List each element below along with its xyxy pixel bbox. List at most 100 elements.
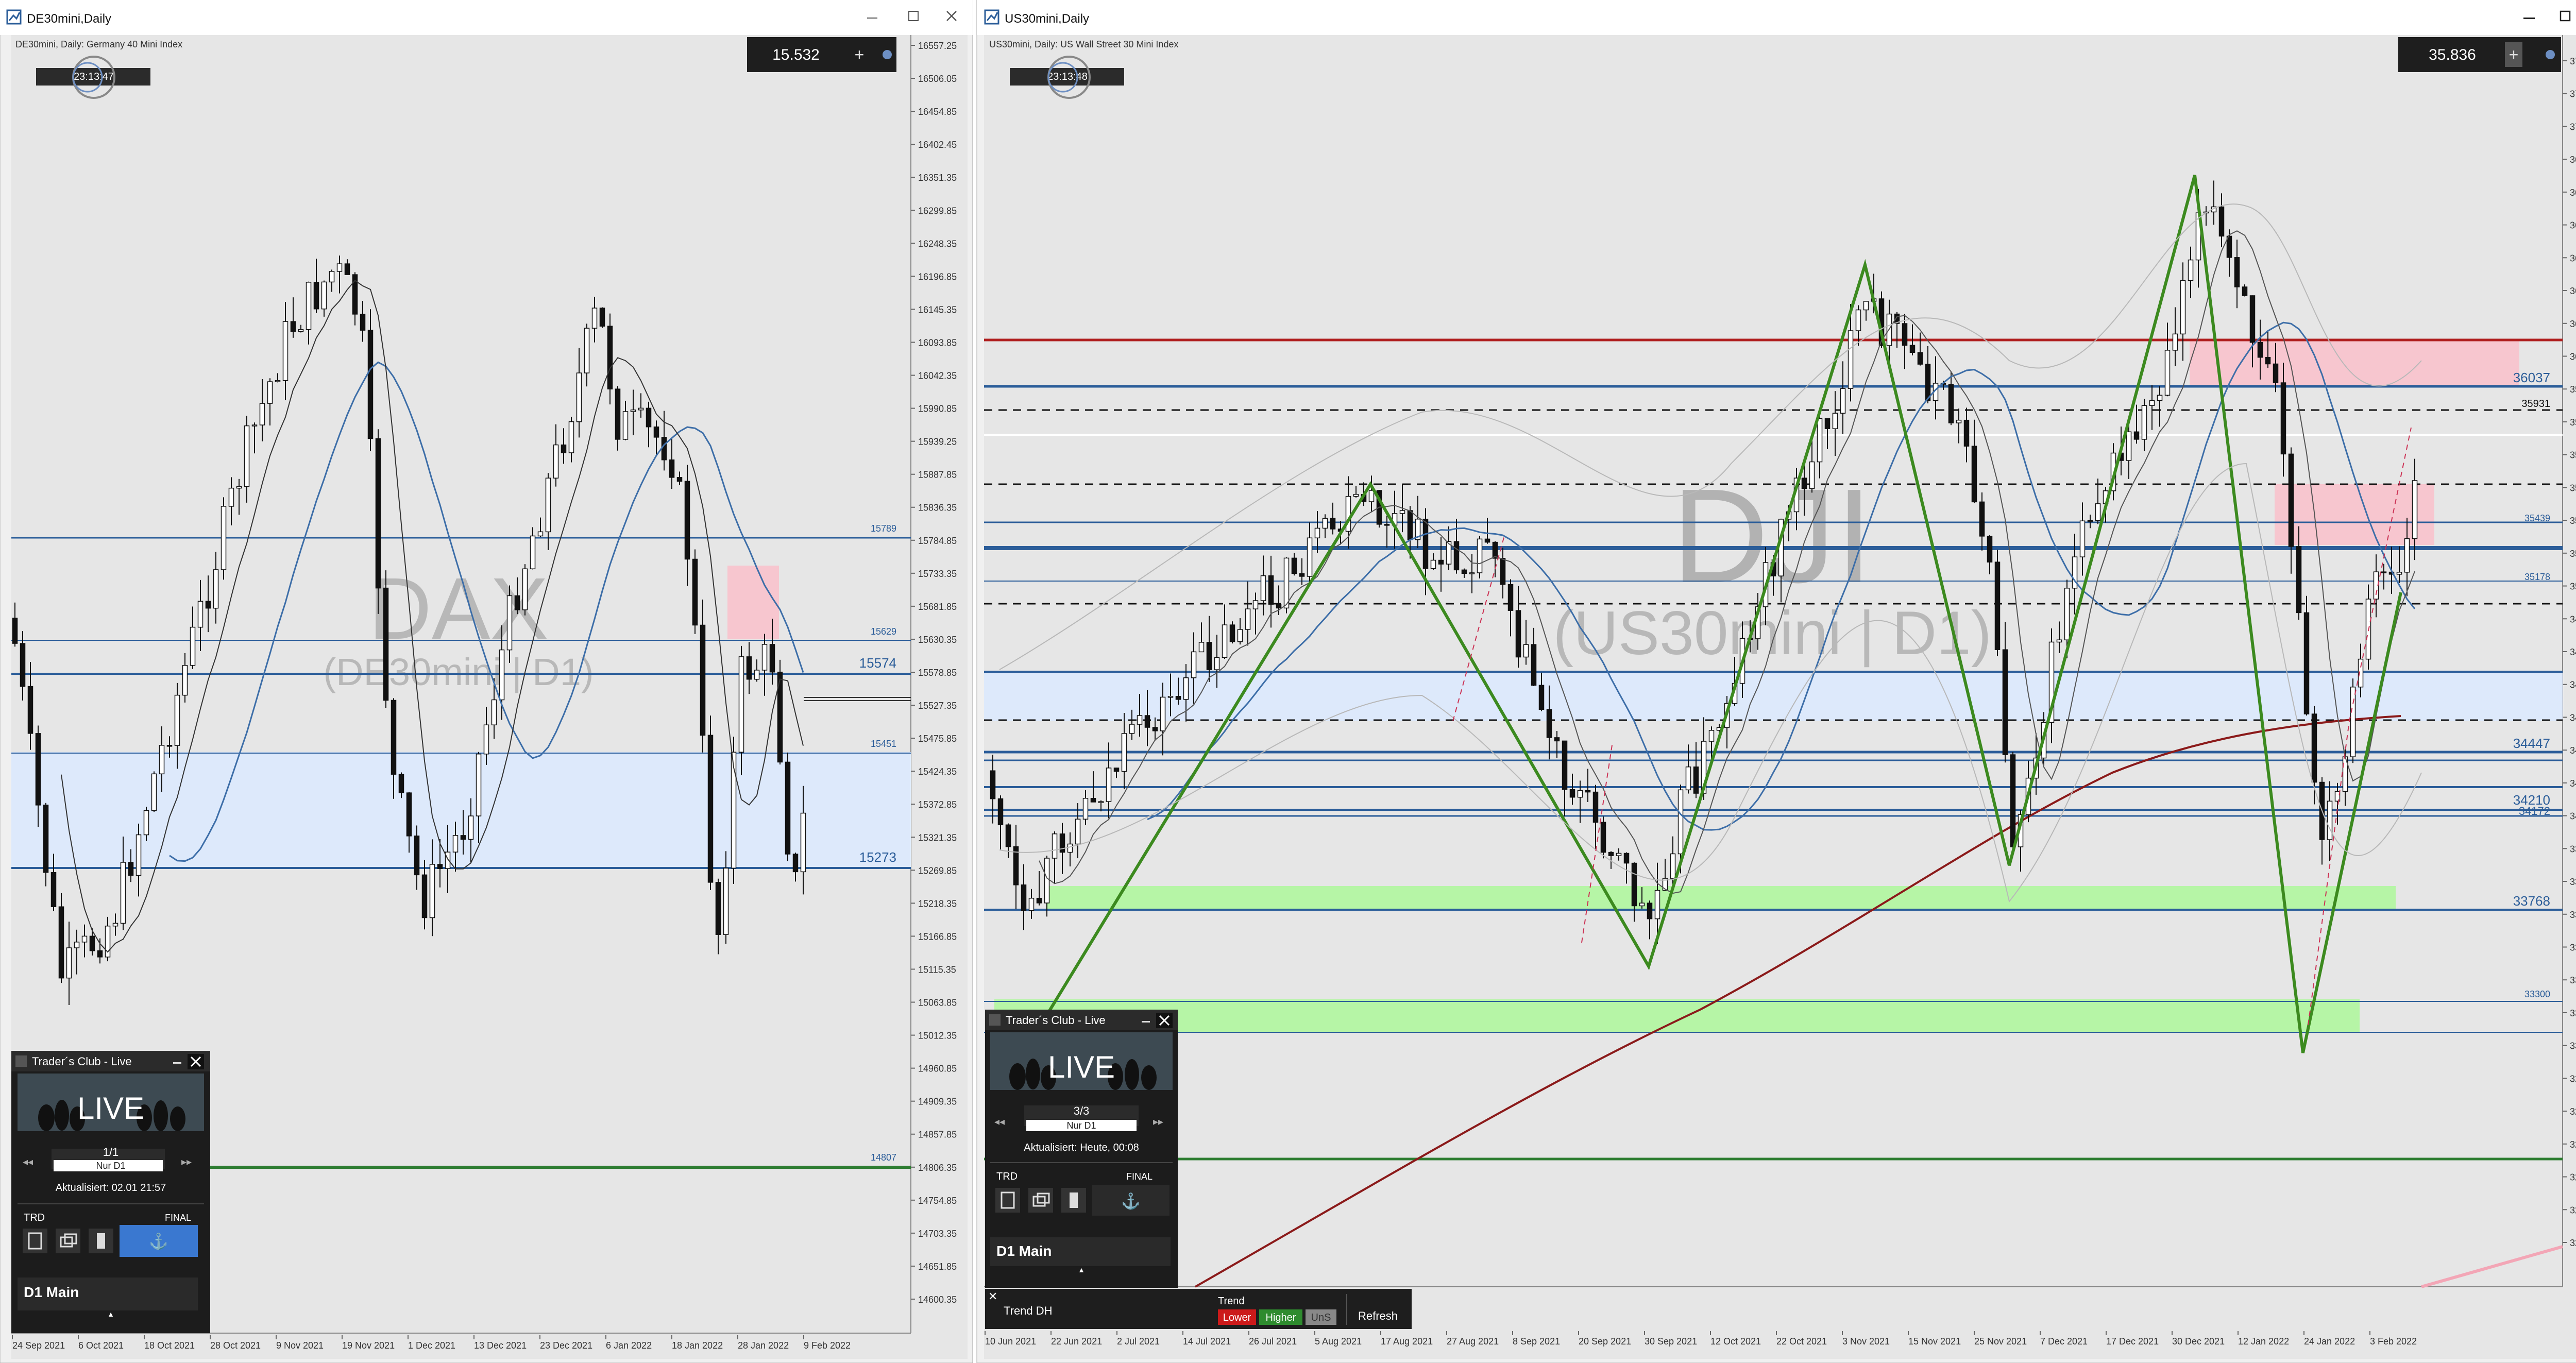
slide-counter: 3/3 xyxy=(1074,1104,1090,1117)
price-label: 32852.00 xyxy=(2570,1106,2576,1117)
next-icon[interactable]: ▸▸ xyxy=(181,1156,192,1168)
date-label: 27 Aug 2021 xyxy=(1447,1336,1499,1347)
prev-icon[interactable]: ◂◂ xyxy=(994,1116,1005,1128)
candle-body xyxy=(1229,624,1235,642)
candle-body xyxy=(221,506,227,570)
candle-body xyxy=(1260,575,1266,601)
settings-dot-icon[interactable] xyxy=(2546,50,2555,59)
trd-label: TRD xyxy=(24,1212,45,1223)
date-label: 6 Jan 2022 xyxy=(606,1340,652,1351)
candle-body xyxy=(785,761,791,855)
trend-uns-label: UnS xyxy=(1311,1312,1331,1323)
price-label: 35569.00 xyxy=(2570,483,2576,493)
candle-body xyxy=(1330,518,1336,530)
candle-body xyxy=(1384,524,1390,526)
candle-body xyxy=(1067,843,1073,853)
price-label: 14754.85 xyxy=(918,1196,957,1206)
document-icon[interactable] xyxy=(23,1229,47,1253)
candle-body xyxy=(1353,493,1359,497)
candle-body xyxy=(1817,418,1823,463)
price-label: 15321.35 xyxy=(918,832,957,843)
candle-body xyxy=(1562,740,1568,790)
database-icon[interactable] xyxy=(1061,1188,1086,1213)
candle-body xyxy=(1036,897,1042,904)
close-icon[interactable]: ✕ xyxy=(988,1290,997,1303)
slide-counter: 1/1 xyxy=(103,1146,119,1158)
traders-club-panel[interactable]: Trader´s Club - Live LIVE 3/3 Nur D1 ◂◂ … xyxy=(985,1010,1178,1288)
windows-icon[interactable] xyxy=(56,1229,80,1253)
candle-body xyxy=(321,281,327,310)
plus-icon[interactable]: + xyxy=(855,45,865,64)
prev-icon[interactable]: ◂◂ xyxy=(23,1156,33,1168)
candle-body xyxy=(1507,584,1514,611)
candle-body xyxy=(259,403,265,425)
plus-icon[interactable]: + xyxy=(2509,45,2519,64)
spread-box[interactable]: 15.532 + xyxy=(747,37,896,72)
level-label: 15629 xyxy=(871,626,896,637)
candle-body xyxy=(1222,624,1228,658)
spread-box[interactable]: 35.836 + xyxy=(2398,37,2561,72)
date-label: 3 Nov 2021 xyxy=(1842,1336,1890,1347)
candle-body xyxy=(506,595,513,651)
candle-body xyxy=(2095,503,2101,521)
document-icon[interactable] xyxy=(995,1188,1020,1213)
candle-body xyxy=(306,282,312,330)
candle-body xyxy=(398,774,404,793)
price-label: 35855.00 xyxy=(2570,417,2576,428)
candle-body xyxy=(143,810,149,836)
level-label: 33768 xyxy=(2513,893,2550,909)
candle-body xyxy=(468,815,474,840)
price-label: 35426.00 xyxy=(2570,516,2576,526)
chart-subtitle: DE30mini, Daily: Germany 40 Mini Index xyxy=(15,39,182,49)
candle-body xyxy=(653,426,659,438)
anchor-button[interactable]: ⚓ xyxy=(120,1225,198,1257)
candle-body xyxy=(1245,608,1251,630)
candle-body xyxy=(1979,501,1985,537)
close-icon[interactable] xyxy=(1156,1013,1173,1028)
candle-body xyxy=(1531,644,1537,686)
refresh-button[interactable]: Refresh xyxy=(1358,1309,1398,1322)
main-label: D1 Main xyxy=(996,1243,1052,1259)
candle-body xyxy=(1492,541,1498,559)
database-icon[interactable] xyxy=(89,1229,113,1253)
candle-body xyxy=(2172,333,2178,351)
candle-body xyxy=(2404,538,2410,573)
candle-body xyxy=(2265,356,2271,365)
candle-body xyxy=(483,724,489,755)
candle-body xyxy=(2141,405,2147,440)
minimize-icon[interactable] xyxy=(173,1062,181,1064)
price-label: 34711.00 xyxy=(2570,680,2576,690)
traders-club-panel[interactable]: Trader´s Club - Live LIVE 1/1 Nur D1 ◂◂ … xyxy=(11,1051,210,1333)
price-label: 35283.00 xyxy=(2570,549,2576,559)
candle-body xyxy=(2303,612,2310,714)
trend-toolbar[interactable]: ✕ Trend DH Trend Lower Higher UnS Refres… xyxy=(985,1289,1412,1329)
candle-body xyxy=(429,864,435,918)
windows-icon[interactable] xyxy=(1028,1188,1053,1213)
scroll-up-icon[interactable]: ▲ xyxy=(107,1310,114,1318)
candle-body xyxy=(1685,766,1691,791)
candle-body xyxy=(97,950,103,958)
price-label: 32995.00 xyxy=(2570,1074,2576,1084)
price-label: 14857.85 xyxy=(918,1130,957,1140)
candle-body xyxy=(1407,510,1413,540)
date-label: 17 Dec 2021 xyxy=(2106,1336,2159,1347)
candle-body xyxy=(638,407,644,411)
candle-body xyxy=(1677,789,1684,855)
minimize-icon[interactable] xyxy=(2523,18,2535,19)
price-label: 33424.00 xyxy=(2570,975,2576,985)
settings-dot-icon[interactable] xyxy=(883,50,892,59)
close-icon[interactable] xyxy=(188,1054,204,1069)
minimize-icon[interactable] xyxy=(867,18,877,19)
candle-body xyxy=(1592,791,1599,823)
anchor-button[interactable]: ⚓ xyxy=(1092,1185,1170,1216)
price-label: 37285.00 xyxy=(2570,89,2576,99)
spread-value: 15.532 xyxy=(772,46,820,63)
candle-body xyxy=(360,314,366,331)
scroll-up-icon[interactable]: ▲ xyxy=(1078,1266,1085,1274)
next-icon[interactable]: ▸▸ xyxy=(1153,1116,1163,1128)
candle-body xyxy=(615,388,621,440)
candle-body xyxy=(584,328,590,373)
candle-body xyxy=(414,836,420,876)
minimize-icon[interactable] xyxy=(1142,1021,1150,1023)
candle-body xyxy=(282,321,289,381)
